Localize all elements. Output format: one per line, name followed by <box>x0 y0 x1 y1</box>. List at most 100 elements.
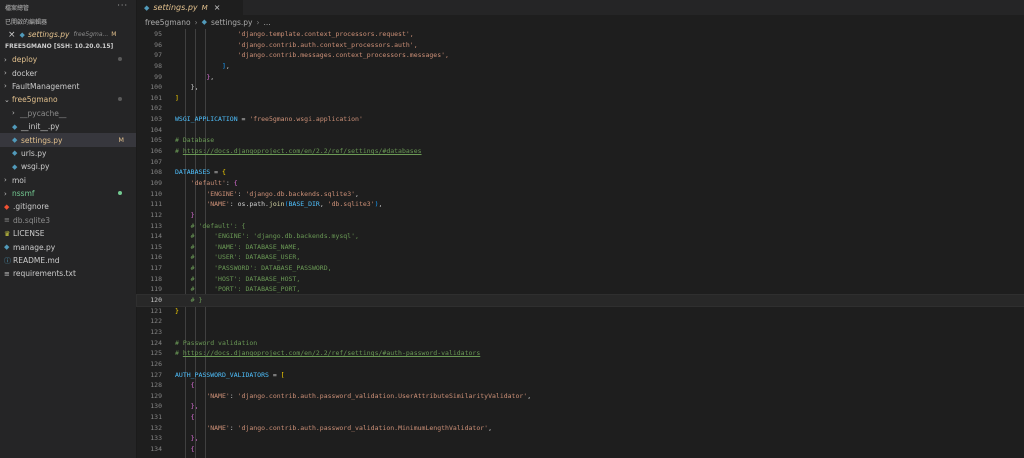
tree-item-nssmf[interactable]: › nssmf <box>0 187 136 200</box>
code-line[interactable]: 118 # 'HOST': DATABASE_HOST, <box>137 274 1024 285</box>
database-file-icon: ≡ <box>4 216 10 225</box>
chevron-right-icon: › <box>4 82 7 91</box>
tree-item-deploy[interactable]: › deploy <box>0 53 136 66</box>
code-line[interactable]: 98 ], <box>137 61 1024 72</box>
code-line[interactable]: 127 AUTH_PASSWORD_VALIDATORS = [ <box>137 370 1024 381</box>
code-line[interactable]: 104 <box>137 125 1024 136</box>
code-line[interactable]: 122 <box>137 316 1024 327</box>
code-line[interactable]: 114 # 'ENGINE': 'django.db.backends.mysq… <box>137 231 1024 242</box>
code-token: = <box>237 115 250 124</box>
code-line[interactable]: 102 <box>137 103 1024 114</box>
line-number: 119 <box>150 285 162 294</box>
code-line[interactable]: 130 }, <box>137 401 1024 412</box>
tree-item-pycache[interactable]: › __pycache__ <box>0 107 136 120</box>
code-line[interactable]: 96 'django.contrib.auth.context_processo… <box>137 40 1024 51</box>
open-editor-item[interactable]: × ◆ settings.py free5gma... M <box>0 27 136 40</box>
workspace-folder-header[interactable]: FREE5GMANO [SSH: 10.20.0.15] <box>0 40 136 53</box>
breadcrumb-file[interactable]: settings.py <box>211 18 253 27</box>
code-text: # 'PASSWORD': DATABASE_PASSWORD, <box>175 263 332 274</box>
code-text: # 'USER': DATABASE_USER, <box>175 252 301 263</box>
code-line[interactable]: 107 <box>137 157 1024 168</box>
breadcrumb-folder[interactable]: free5gmano <box>145 18 191 27</box>
close-icon[interactable]: × <box>214 3 221 12</box>
tree-item-gitignore[interactable]: ◆ .gitignore <box>0 200 136 213</box>
code-line[interactable]: 97 'django.contrib.messages.context_proc… <box>137 50 1024 61</box>
tree-item-readme-md[interactable]: ⓘ README.md <box>0 254 136 267</box>
tree-item-requirements-txt[interactable]: ≡ requirements.txt <box>0 267 136 280</box>
code-line[interactable]: 101] <box>137 93 1024 104</box>
code-token: .path. <box>245 200 269 209</box>
tree-item-init-py[interactable]: ◆ __init__.py <box>0 120 136 133</box>
tree-item-docker[interactable]: › docker <box>0 66 136 79</box>
code-text: }, <box>175 82 199 93</box>
breadcrumb: free5gmano › ◆ settings.py › ... <box>137 15 1024 29</box>
tree-item-faultmanagement[interactable]: › FaultManagement <box>0 80 136 93</box>
code-line[interactable]: 121} <box>137 306 1024 317</box>
tree-item-db-sqlite3[interactable]: ≡ db.sqlite3 <box>0 214 136 227</box>
code-line[interactable]: 133 }, <box>137 433 1024 444</box>
code-line[interactable]: 116 # 'USER': DATABASE_USER, <box>137 252 1024 263</box>
tree-item-label: moi <box>12 175 26 185</box>
code-line[interactable]: 123 <box>137 327 1024 338</box>
code-line[interactable]: 115 # 'NAME': DATABASE_NAME, <box>137 242 1024 253</box>
tree-item-settings-py[interactable]: ◆ settings.py M <box>0 133 136 147</box>
ellipsis-icon[interactable]: ··· <box>117 1 128 10</box>
code-text: # 'NAME': DATABASE_NAME, <box>175 242 301 253</box>
code-line[interactable]: 128 { <box>137 380 1024 391</box>
code-token: # 'PASSWORD': DATABASE_PASSWORD, <box>175 264 332 273</box>
open-editor-path: free5gma... <box>73 31 109 38</box>
code-line[interactable]: 110 'ENGINE': 'django.db.backends.sqlite… <box>137 189 1024 200</box>
breadcrumb-symbol[interactable]: ... <box>263 18 270 27</box>
line-number: 124 <box>150 338 162 347</box>
code-line[interactable]: 103 WSGI_APPLICATION = 'free5gmano.wsgi.a… <box>137 114 1024 125</box>
tree-item-label: requirements.txt <box>13 269 76 279</box>
code-line[interactable]: 129 'NAME': 'django.contrib.auth.passwor… <box>137 391 1024 402</box>
code-line[interactable]: 105 # Database <box>137 135 1024 146</box>
code-line[interactable]: 125 # https://docs.djangoproject.com/en/2… <box>137 348 1024 359</box>
code-token: : <box>225 178 234 187</box>
tree-item-wsgi-py[interactable]: ◆ wsgi.py <box>0 160 136 173</box>
code-token: , <box>355 189 359 198</box>
code-line[interactable]: 134 { <box>137 444 1024 455</box>
tree-item-urls-py[interactable]: ◆ urls.py <box>0 147 136 160</box>
code-text: 'django.contrib.messages.context_process… <box>175 50 449 61</box>
code-line[interactable]: 111 'NAME': os.path.join(BASE_DIR, 'db.s… <box>137 199 1024 210</box>
code-token: , <box>319 200 328 209</box>
code-text: 'django.template.context_processors.requ… <box>175 29 414 40</box>
code-line[interactable]: 100 }, <box>137 82 1024 93</box>
chevron-right-icon: › <box>194 17 198 27</box>
code-line[interactable]: 99 }, <box>137 72 1024 83</box>
close-icon[interactable]: × <box>8 30 16 40</box>
code-line[interactable]: 126 <box>137 359 1024 370</box>
code-text: { <box>175 444 195 455</box>
tree-item-license[interactable]: ♛ LICENSE <box>0 227 136 240</box>
code-token: 'django.db.backends.sqlite3' <box>245 189 356 198</box>
tab-settings-py[interactable]: ◆ settings.py M × <box>137 0 243 15</box>
code-line[interactable]: 109 'default': { <box>137 178 1024 189</box>
line-number: 127 <box>150 370 162 379</box>
code-line[interactable]: 131 { <box>137 412 1024 423</box>
git-file-icon: ◆ <box>4 202 10 211</box>
code-editor[interactable]: 95 'django.template.context_processors.r… <box>136 29 1024 458</box>
code-line[interactable]: 112 } <box>137 210 1024 221</box>
code-line[interactable]: 120 # } <box>136 294 1024 307</box>
line-number: 108 <box>150 168 162 177</box>
open-editor-name: settings.py <box>27 30 70 39</box>
open-editors-header[interactable]: 已開啟的編輯器 <box>0 14 136 27</box>
code-token: # 'default': { <box>175 221 246 230</box>
code-line[interactable]: 106 # https://docs.djangoproject.com/en/2… <box>137 146 1024 157</box>
code-text: # 'PORT': DATABASE_PORT, <box>175 284 301 295</box>
code-line[interactable]: 132 'NAME': 'django.contrib.auth.passwor… <box>137 423 1024 434</box>
code-line[interactable]: 124 # Password validation <box>137 338 1024 349</box>
code-line[interactable]: 119 # 'PORT': DATABASE_PORT, <box>137 284 1024 295</box>
chevron-right-icon: › <box>256 17 260 27</box>
tree-item-free5gmano[interactable]: ⌄ free5gmano <box>0 93 136 106</box>
code-line[interactable]: 108 DATABASES = { <box>137 167 1024 178</box>
tree-item-moi[interactable]: › moi <box>0 174 136 187</box>
code-line[interactable]: 95 'django.template.context_processors.r… <box>137 29 1024 40</box>
tree-item-label: deploy <box>12 55 38 65</box>
code-line[interactable]: 113 # 'default': { <box>137 221 1024 232</box>
tree-item-manage-py[interactable]: ◆ manage.py <box>0 240 136 253</box>
code-line[interactable]: 117 # 'PASSWORD': DATABASE_PASSWORD, <box>137 263 1024 274</box>
